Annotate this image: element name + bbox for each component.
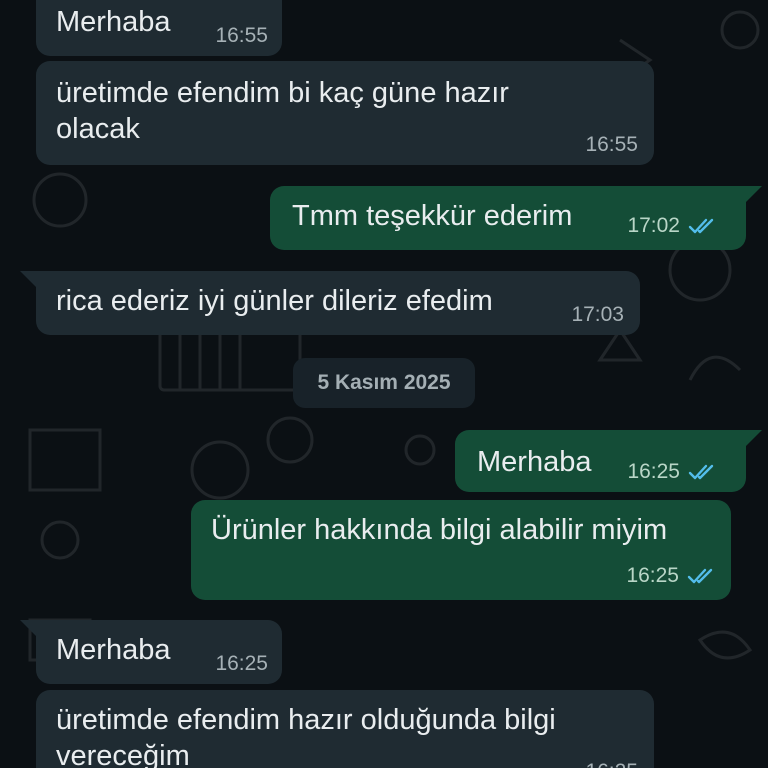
double-check-icon bbox=[688, 217, 718, 235]
chat-thread: Merhaba 16:55 üretimde efendim bi kaç gü… bbox=[0, 0, 768, 768]
message-meta: 17:03 bbox=[571, 303, 624, 327]
message-bubble[interactable]: Ürünler hakkında bilgi alabilir miyim 16… bbox=[191, 500, 731, 600]
message-text: Merhaba bbox=[477, 446, 592, 478]
bubble-tail bbox=[20, 620, 36, 636]
date-separator: 5 Kasım 2025 bbox=[293, 358, 475, 408]
message-bubble[interactable]: Tmm teşekkür ederim 17:02 bbox=[270, 186, 746, 250]
message-text: Merhaba bbox=[56, 6, 171, 38]
message-bubble[interactable]: Merhaba 16:25 bbox=[36, 620, 282, 684]
message-time: 16:25 bbox=[585, 760, 638, 768]
message-time: 16:55 bbox=[585, 133, 638, 156]
message-time: 17:02 bbox=[627, 214, 680, 237]
message-bubble[interactable]: üretimde efendim bi kaç güne hazır olaca… bbox=[36, 61, 654, 165]
message-meta: 16:55 bbox=[585, 133, 638, 157]
message-bubble[interactable]: üretimde efendim hazır olduğunda bilgi v… bbox=[36, 690, 654, 768]
message-text: rica ederiz iyi günler dileriz efedim bbox=[56, 285, 493, 317]
message-text: Tmm teşekkür ederim bbox=[292, 200, 573, 232]
message-text: üretimde efendim bi kaç güne hazır olaca… bbox=[56, 77, 509, 145]
message-meta: 17:02 bbox=[627, 214, 718, 238]
message-meta: 16:25 bbox=[626, 564, 717, 588]
message-bubble[interactable]: Merhaba 16:55 bbox=[36, 0, 282, 56]
message-time: 16:25 bbox=[626, 564, 679, 587]
message-text: Ürünler hakkında bilgi alabilir miyim bbox=[211, 514, 668, 546]
message-time: 17:03 bbox=[571, 303, 624, 326]
bubble-tail bbox=[20, 271, 36, 287]
double-check-icon bbox=[687, 567, 717, 585]
message-time: 16:25 bbox=[215, 652, 268, 675]
message-meta: 16:25 bbox=[215, 652, 268, 676]
message-bubble[interactable]: Merhaba 16:25 bbox=[455, 430, 746, 492]
message-text: Merhaba bbox=[56, 634, 171, 666]
message-bubble[interactable]: rica ederiz iyi günler dileriz efedim 17… bbox=[36, 271, 640, 335]
message-time: 16:55 bbox=[215, 24, 268, 47]
message-meta: 16:55 bbox=[215, 24, 268, 48]
message-time: 16:25 bbox=[627, 460, 680, 483]
message-meta: 16:25 bbox=[585, 760, 638, 768]
bubble-tail bbox=[746, 186, 762, 202]
message-text: üretimde efendim hazır olduğunda bilgi v… bbox=[56, 704, 556, 768]
bubble-tail bbox=[746, 430, 762, 446]
double-check-icon bbox=[688, 463, 718, 481]
message-meta: 16:25 bbox=[627, 460, 718, 484]
